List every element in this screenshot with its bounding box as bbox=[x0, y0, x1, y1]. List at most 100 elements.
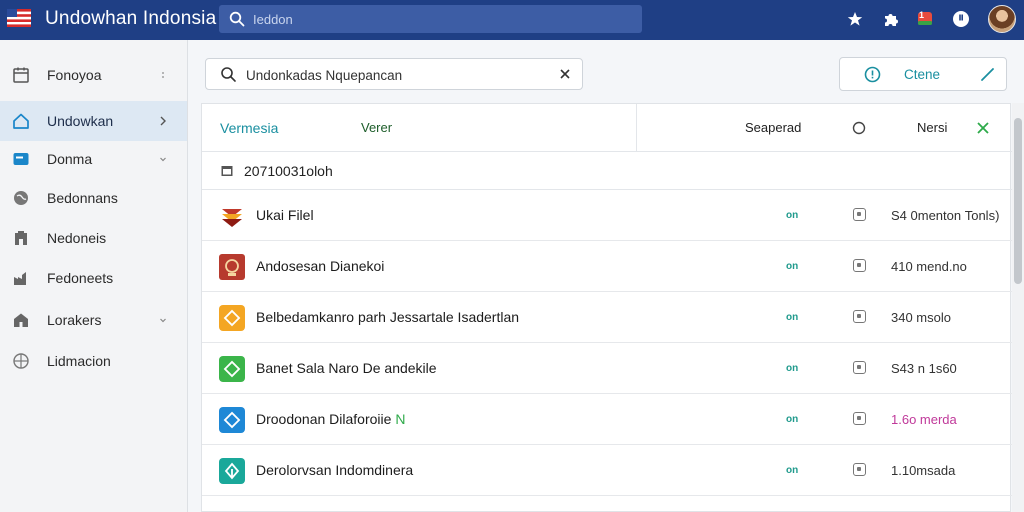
network-icon bbox=[13, 353, 29, 369]
sidebar-item-undowkan[interactable]: Undowkan bbox=[0, 101, 187, 141]
table-row[interactable]: Droodonan Dilaforoiie Non 1.6o merda bbox=[202, 394, 1012, 445]
global-search[interactable] bbox=[219, 5, 642, 33]
sidebar-item-label: Fonoyoa bbox=[47, 67, 102, 83]
row-status: on bbox=[786, 261, 799, 272]
pencil-icon[interactable] bbox=[980, 67, 995, 82]
radio-icon[interactable] bbox=[852, 121, 866, 135]
row-size: 410 mend.no bbox=[891, 259, 967, 274]
table-row[interactable]: Ukai Filel on S4 0menton Tonls) bbox=[202, 190, 1012, 241]
header-divider bbox=[636, 104, 637, 151]
row-size: 1.6o merda bbox=[891, 412, 957, 427]
row-name[interactable]: Droodonan Dilaforoiie bbox=[256, 411, 391, 427]
global-search-input[interactable] bbox=[253, 9, 623, 29]
notification-badge: 1 bbox=[919, 10, 925, 20]
header-col-seaperad[interactable]: Seaperad bbox=[745, 120, 801, 135]
row-status: on bbox=[786, 465, 799, 476]
row-size: 1.10msada bbox=[891, 463, 956, 478]
building-icon bbox=[15, 231, 27, 245]
header-col-nersi[interactable]: Nersi bbox=[917, 120, 947, 135]
row-select-checkbox[interactable] bbox=[853, 208, 866, 221]
chevron-right-icon bbox=[160, 116, 166, 126]
scrollbar-thumb[interactable] bbox=[1014, 118, 1022, 284]
globe-icon bbox=[14, 191, 28, 205]
row-name[interactable]: Ukai Filel bbox=[256, 207, 314, 223]
sidebar-item-fonoyoa[interactable]: Fonoyoa bbox=[0, 55, 187, 95]
tag-icon bbox=[219, 407, 245, 433]
sidebar-item-donma[interactable]: Donma bbox=[0, 139, 187, 179]
app-title: Undowhan Indonsia bbox=[45, 8, 217, 29]
favorites-button[interactable] bbox=[844, 8, 866, 30]
chevron-down-icon bbox=[160, 318, 166, 323]
sidebar-item-lorakers[interactable]: Lorakers bbox=[0, 300, 187, 340]
row-select-checkbox[interactable] bbox=[853, 463, 866, 476]
header-col-vermesia[interactable]: Vermesia bbox=[220, 120, 278, 136]
file-icon bbox=[219, 203, 245, 229]
table-header: Vermesia Verer Seaperad Nersi bbox=[202, 104, 1012, 152]
row-size: S43 n 1s60 bbox=[891, 361, 957, 376]
row-select-checkbox[interactable] bbox=[853, 310, 866, 323]
sidebar: Fonoyoa Undowkan Donma Bedonnans Nedonei… bbox=[0, 40, 188, 512]
close-icon[interactable] bbox=[976, 121, 990, 135]
sidebar-item-label: Undowkan bbox=[47, 113, 114, 129]
home-icon bbox=[13, 113, 29, 129]
row-name[interactable]: Andosesan Dianekoi bbox=[256, 258, 384, 274]
sidebar-item-lidmacion[interactable]: Lidmacion bbox=[0, 341, 187, 381]
table-row[interactable]: Belbedamkanro parh Jessartale Isadertlan… bbox=[202, 292, 1012, 343]
row-select-checkbox[interactable] bbox=[853, 259, 866, 272]
help-button[interactable] bbox=[950, 8, 972, 30]
tag-icon bbox=[219, 356, 245, 382]
sidebar-item-bedonnans[interactable]: Bedonnans bbox=[0, 178, 187, 218]
row-status: on bbox=[786, 210, 799, 221]
row-select-checkbox[interactable] bbox=[853, 361, 866, 374]
close-icon[interactable] bbox=[558, 67, 572, 81]
sidebar-item-label: Donma bbox=[47, 151, 93, 167]
help-icon bbox=[953, 11, 969, 27]
header-col-verer[interactable]: Verer bbox=[361, 120, 392, 135]
document-icon bbox=[219, 254, 245, 280]
sidebar-item-nedoneis[interactable]: Nedoneis bbox=[0, 218, 187, 258]
row-name[interactable]: Belbedamkanro parh Jessartale Isadertlan bbox=[256, 309, 519, 325]
drag-handle-icon bbox=[162, 72, 164, 78]
extensions-button[interactable] bbox=[880, 8, 902, 30]
row-name[interactable]: Derolorvsan Indomdinera bbox=[256, 462, 413, 478]
create-action[interactable]: Ctene bbox=[839, 57, 1007, 91]
sidebar-item-label: Fedoneets bbox=[47, 270, 114, 286]
row-status: on bbox=[786, 363, 799, 374]
tag-icon bbox=[219, 458, 245, 484]
chevron-down-icon bbox=[160, 157, 166, 162]
table-row[interactable]: Andosesan Dianekoi on 410 mend.no bbox=[202, 241, 1012, 292]
tag-icon bbox=[219, 305, 245, 331]
row-status: on bbox=[786, 312, 799, 323]
row-name-wrap: Droodonan Dilaforoiie N bbox=[256, 411, 406, 427]
star-icon bbox=[847, 12, 863, 26]
sidebar-item-label: Nedoneis bbox=[47, 230, 107, 246]
sidebar-item-label: Bedonnans bbox=[47, 190, 118, 206]
factory-icon bbox=[14, 272, 26, 285]
calendar-icon bbox=[221, 166, 233, 176]
search-icon bbox=[221, 67, 236, 82]
create-label: Ctene bbox=[904, 67, 941, 82]
content-search-input[interactable] bbox=[246, 65, 546, 85]
house-icon bbox=[14, 313, 28, 327]
date-group-label: 20710031oloh bbox=[244, 163, 333, 179]
row-name-suffix: N bbox=[395, 411, 406, 427]
card-icon bbox=[13, 153, 29, 165]
content-search[interactable] bbox=[205, 58, 583, 90]
file-panel: Vermesia Verer Seaperad Nersi 20710031ol… bbox=[201, 103, 1012, 512]
avatar[interactable] bbox=[988, 5, 1016, 33]
row-size: S4 0menton Tonls) bbox=[891, 208, 1000, 223]
sidebar-item-label: Lorakers bbox=[47, 312, 102, 328]
row-status: on bbox=[786, 414, 799, 425]
flag-icon bbox=[7, 9, 31, 27]
notifications-button[interactable]: 1 bbox=[914, 8, 936, 30]
table-row[interactable]: Derolorvsan Indomdinera on 1.10msada bbox=[202, 445, 1012, 496]
row-name[interactable]: Banet Sala Naro De andekile bbox=[256, 360, 437, 376]
table-row[interactable]: Banet Sala Naro De andekile on S43 n 1s60 bbox=[202, 343, 1012, 394]
calendar-icon bbox=[13, 67, 29, 83]
notification-icon bbox=[918, 12, 932, 25]
row-select-checkbox[interactable] bbox=[853, 412, 866, 425]
sidebar-item-label: Lidmacion bbox=[47, 353, 111, 369]
sidebar-item-fedoneets[interactable]: Fedoneets bbox=[0, 258, 187, 298]
puzzle-icon bbox=[885, 14, 898, 26]
date-group-header: 20710031oloh bbox=[202, 152, 1012, 190]
